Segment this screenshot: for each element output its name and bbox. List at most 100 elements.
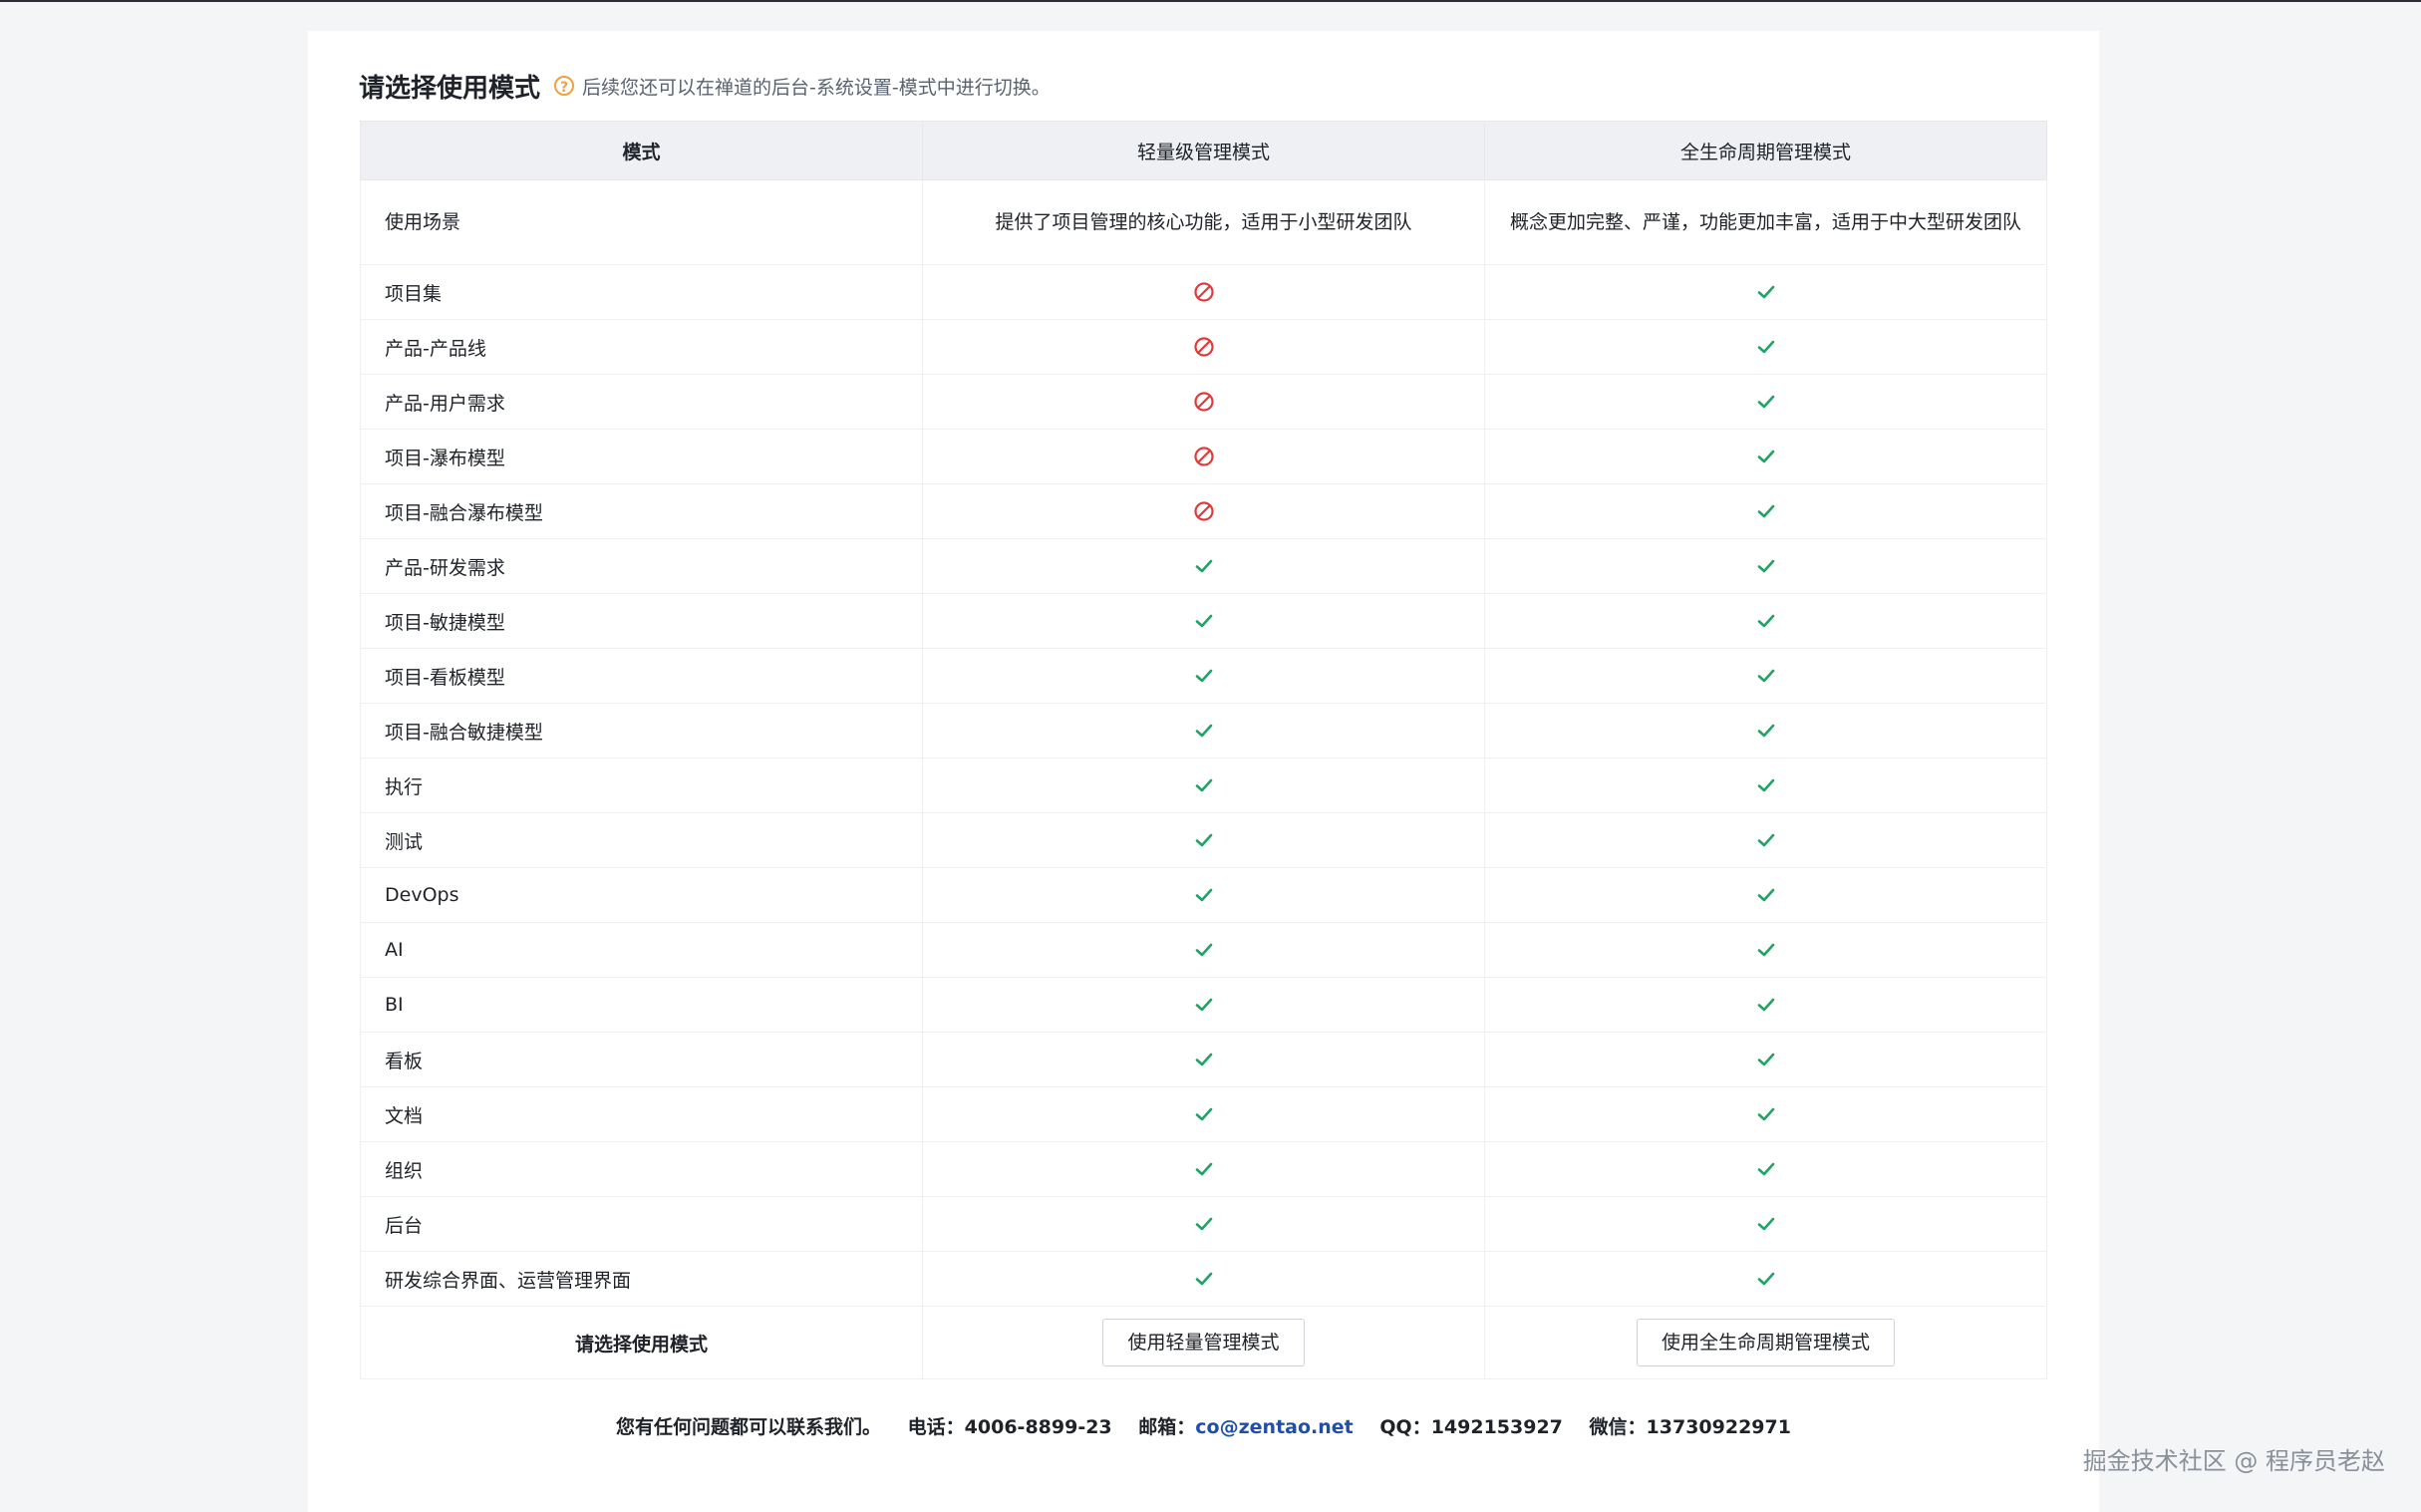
forbidden-icon	[1192, 445, 1216, 468]
check-icon	[1754, 1048, 1778, 1071]
table-row: 项目-敏捷模型	[360, 593, 2047, 649]
feature-light-cell	[922, 538, 1485, 594]
feature-label: 文档	[360, 1086, 923, 1142]
question-circle-icon: ?	[554, 76, 575, 96]
use-full-mode-button[interactable]: 使用全生命周期管理模式	[1636, 1319, 1895, 1366]
table-row: 项目-融合瀑布模型	[360, 483, 2047, 539]
feature-label: AI	[360, 922, 923, 978]
feature-full-cell	[1484, 1141, 2047, 1197]
feature-full-cell	[1484, 867, 2047, 923]
check-icon	[1192, 554, 1216, 578]
feature-light-cell	[922, 1196, 1485, 1252]
feature-label: 后台	[360, 1196, 923, 1252]
scenario-full: 概念更加完整、严谨，功能更加丰富，适用于中大型研发团队	[1484, 179, 2047, 265]
check-icon	[1192, 1048, 1216, 1071]
feature-light-cell	[922, 977, 1485, 1033]
feature-full-cell	[1484, 922, 2047, 978]
feature-label: 项目-敏捷模型	[360, 593, 923, 649]
feature-light-cell	[922, 867, 1485, 923]
feature-label: 产品-产品线	[360, 319, 923, 375]
contact-wechat: 微信：13730922971	[1589, 1416, 1791, 1438]
feature-label: 执行	[360, 757, 923, 813]
check-icon	[1754, 1267, 1778, 1291]
forbidden-icon	[1192, 390, 1216, 414]
feature-light-cell	[922, 1032, 1485, 1087]
feature-full-cell	[1484, 593, 2047, 649]
use-light-mode-button[interactable]: 使用轻量管理模式	[1102, 1319, 1305, 1366]
table-row: 项目集	[360, 264, 2047, 320]
check-icon	[1754, 280, 1778, 304]
check-icon	[1192, 938, 1216, 962]
feature-label: 项目-融合敏捷模型	[360, 703, 923, 758]
check-icon	[1754, 609, 1778, 633]
table-row: AI	[360, 922, 2047, 978]
contact-intro: 您有任何问题都可以联系我们。	[616, 1416, 882, 1438]
corner-credit: 掘金技术社区 @ 程序员老赵	[2082, 1447, 2385, 1475]
feature-label: 组织	[360, 1141, 923, 1197]
feature-full-cell	[1484, 757, 2047, 813]
feature-light-cell	[922, 1251, 1485, 1307]
table-row: 文档	[360, 1086, 2047, 1142]
actions-row: 请选择使用模式 使用轻量管理模式 使用全生命周期管理模式	[360, 1306, 2047, 1379]
check-icon	[1754, 1157, 1778, 1181]
check-icon	[1192, 1212, 1216, 1236]
check-icon	[1192, 883, 1216, 907]
check-icon	[1754, 883, 1778, 907]
feature-label: 项目集	[360, 264, 923, 320]
feature-label: DevOps	[360, 867, 923, 923]
table-row: 项目-瀑布模型	[360, 429, 2047, 484]
feature-full-cell	[1484, 429, 2047, 484]
feature-full-cell	[1484, 319, 2047, 375]
table-row: 看板	[360, 1032, 2047, 1087]
feature-label: BI	[360, 977, 923, 1033]
feature-light-cell	[922, 264, 1485, 320]
feature-full-cell	[1484, 977, 2047, 1033]
check-icon	[1192, 609, 1216, 633]
check-icon	[1192, 1102, 1216, 1126]
contact-phone: 电话：4006-8899-23	[907, 1416, 1112, 1438]
check-icon	[1754, 445, 1778, 468]
table-row: 产品-研发需求	[360, 538, 2047, 594]
table-row: 后台	[360, 1196, 2047, 1252]
check-icon	[1192, 1267, 1216, 1291]
scenario-row: 使用场景 提供了项目管理的核心功能，适用于小型研发团队 概念更加完整、严谨，功能…	[360, 179, 2047, 265]
check-icon	[1192, 828, 1216, 852]
hint-text: 后续您还可以在禅道的后台-系统设置-模式中进行切换。	[582, 76, 1051, 99]
window-top-border	[0, 0, 2421, 2]
check-icon	[1192, 993, 1216, 1017]
actions-label: 请选择使用模式	[360, 1306, 923, 1379]
check-icon	[1754, 1212, 1778, 1236]
feature-full-cell	[1484, 1086, 2047, 1142]
contact-qq: QQ：1492153927	[1379, 1416, 1563, 1438]
feature-full-cell	[1484, 1251, 2047, 1307]
feature-light-cell	[922, 922, 1485, 978]
feature-full-cell	[1484, 374, 2047, 430]
feature-label: 产品-用户需求	[360, 374, 923, 430]
forbidden-icon	[1192, 499, 1216, 523]
feature-full-cell	[1484, 1196, 2047, 1252]
feature-full-cell	[1484, 812, 2047, 868]
check-icon	[1192, 719, 1216, 743]
contact-email-label: 邮箱：	[1138, 1416, 1196, 1438]
check-icon	[1754, 499, 1778, 523]
check-icon	[1192, 664, 1216, 688]
table-row: 项目-看板模型	[360, 648, 2047, 704]
feature-label: 研发综合界面、运营管理界面	[360, 1251, 923, 1307]
feature-light-cell	[922, 1141, 1485, 1197]
check-icon	[1754, 993, 1778, 1017]
feature-light-cell	[922, 648, 1485, 704]
table-row: 产品-用户需求	[360, 374, 2047, 430]
forbidden-icon	[1192, 280, 1216, 304]
mode-selection-card: 请选择使用模式 ? 后续您还可以在禅道的后台-系统设置-模式中进行切换。 模式 …	[308, 31, 2099, 1512]
contact-email-link[interactable]: co@zentao.net	[1195, 1416, 1353, 1438]
header-mode: 模式	[360, 121, 923, 180]
contact-email-group: 邮箱：co@zentao.net	[1138, 1416, 1353, 1438]
feature-light-cell	[922, 374, 1485, 430]
table-row: 组织	[360, 1141, 2047, 1197]
light-action-cell: 使用轻量管理模式	[922, 1306, 1485, 1379]
feature-label: 看板	[360, 1032, 923, 1087]
feature-light-cell	[922, 757, 1485, 813]
feature-light-cell	[922, 593, 1485, 649]
table-row: 研发综合界面、运营管理界面	[360, 1251, 2047, 1307]
feature-light-cell	[922, 429, 1485, 484]
